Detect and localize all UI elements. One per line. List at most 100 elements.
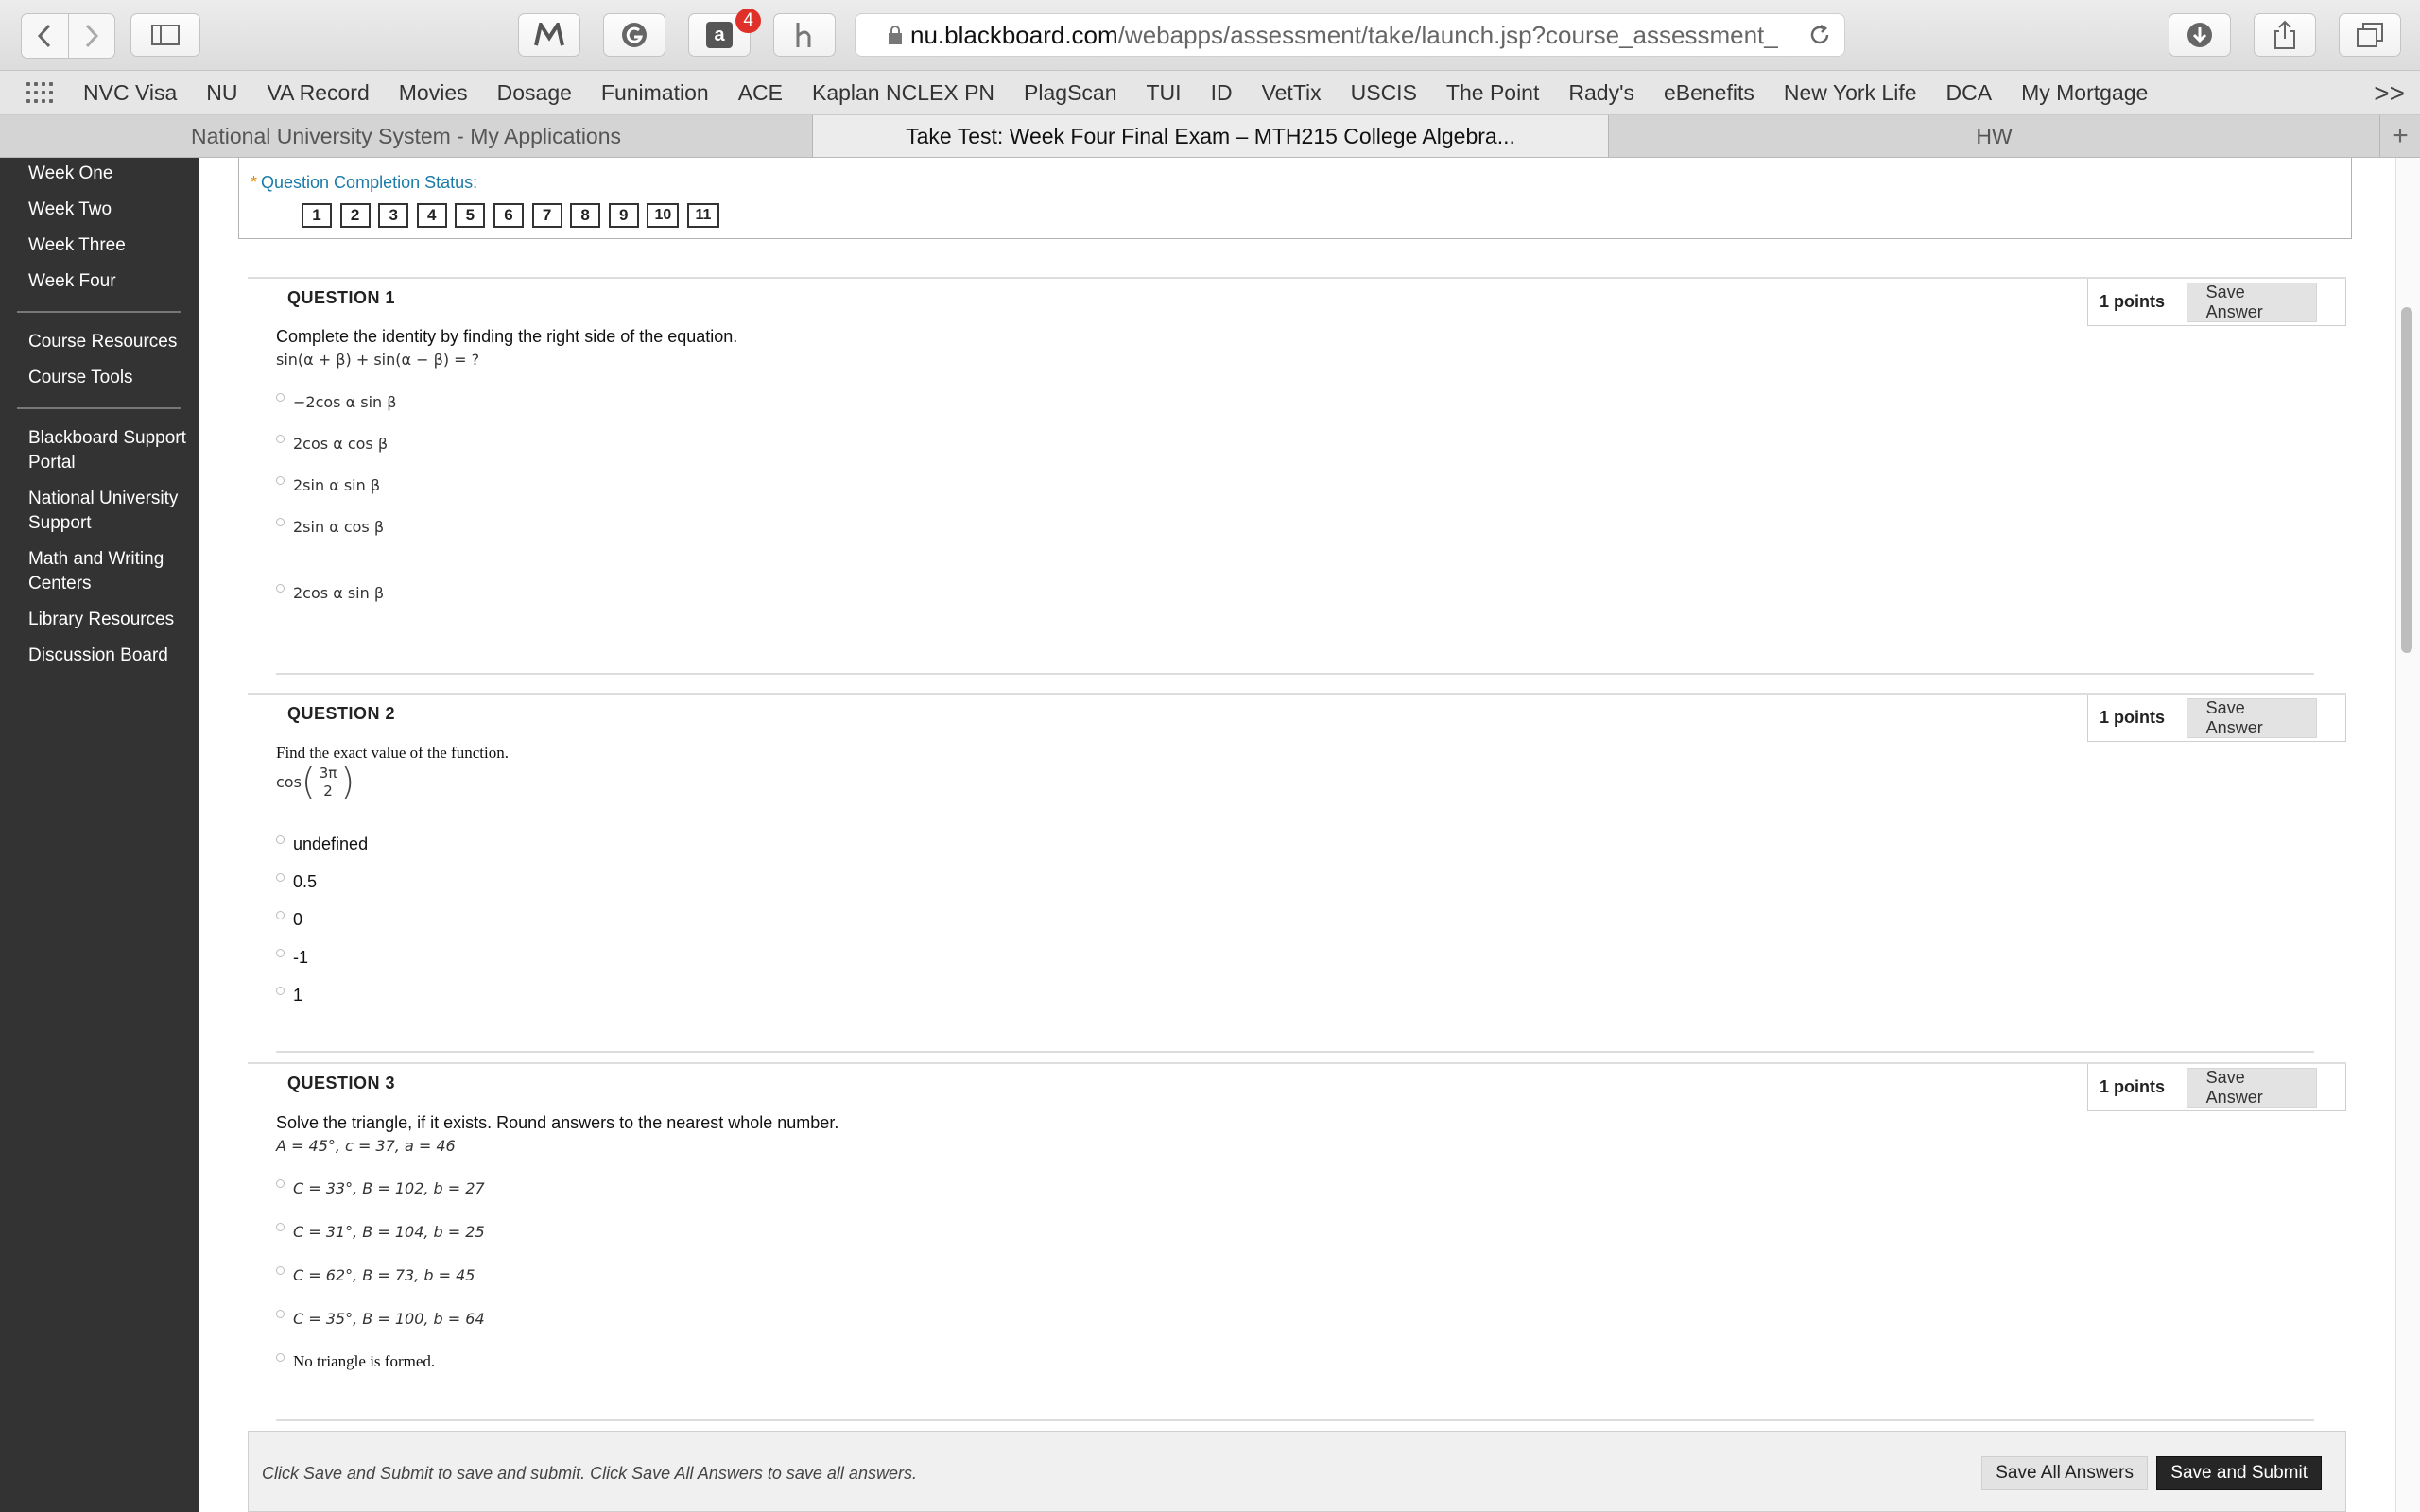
answer-option[interactable]: 0.5 — [276, 872, 317, 892]
option-label: 2sin α sin β — [293, 476, 381, 494]
sidebar-toggle-button[interactable] — [130, 13, 200, 57]
bookmark-link[interactable]: The Point — [1446, 80, 1539, 106]
extension-honey-button[interactable] — [773, 13, 836, 57]
sidebar-item-week-one[interactable]: Week One — [0, 162, 199, 186]
radio-button[interactable] — [276, 1179, 285, 1188]
radio-button[interactable] — [276, 1223, 285, 1231]
question-number-button[interactable]: 1 — [302, 203, 332, 228]
sidebar-item-discussion-board[interactable]: Discussion Board — [0, 644, 199, 668]
sidebar-item-math-writing-centers[interactable]: Math and Writing Centers — [0, 547, 199, 596]
question-number-button[interactable]: 10 — [647, 203, 680, 228]
answer-option[interactable]: C = 31°, B = 104, b = 25 — [276, 1223, 485, 1241]
radio-button[interactable] — [276, 1352, 285, 1362]
answer-option[interactable]: C = 35°, B = 100, b = 64 — [276, 1310, 485, 1328]
extension-m-button[interactable] — [518, 13, 580, 57]
forward-button[interactable] — [67, 14, 115, 58]
share-button[interactable] — [2254, 13, 2316, 57]
question-number-button[interactable]: 5 — [455, 203, 486, 228]
bookmark-link[interactable]: My Mortgage — [2021, 80, 2148, 106]
save-answer-button[interactable]: Save Answer — [2186, 697, 2317, 738]
radio-button[interactable] — [276, 518, 285, 526]
question-divider — [276, 1051, 2314, 1053]
bookmark-link[interactable]: eBenefits — [1664, 80, 1754, 106]
tab-take-test[interactable]: Take Test: Week Four Final Exam – MTH215… — [813, 115, 1609, 157]
answer-option[interactable]: C = 62°, B = 73, b = 45 — [276, 1266, 475, 1284]
tab-hw[interactable]: HW — [1609, 115, 2380, 157]
back-button[interactable] — [22, 14, 68, 58]
question-number-button[interactable]: 2 — [339, 203, 371, 228]
answer-option[interactable]: 2sin α cos β — [276, 518, 384, 536]
address-bar[interactable]: nu.blackboard.com/webapps/assessment/tak… — [855, 13, 1845, 57]
question-number-button[interactable]: 4 — [416, 203, 447, 228]
question-number-button[interactable]: 3 — [378, 203, 409, 228]
bookmark-link[interactable]: Dosage — [497, 80, 572, 106]
radio-button[interactable] — [276, 435, 285, 443]
extension-amazon-button[interactable]: a 4 — [688, 9, 761, 57]
submit-instructions: Click Save and Submit to save and submit… — [262, 1464, 917, 1483]
sidebar-item-library-resources[interactable]: Library Resources — [0, 608, 199, 632]
sidebar-item-blackboard-support[interactable]: Blackboard Support Portal — [0, 426, 199, 475]
bookmark-link[interactable]: Rady's — [1568, 80, 1634, 106]
answer-option[interactable]: 2cos α sin β — [276, 584, 384, 602]
question-number-button[interactable]: 6 — [493, 203, 524, 228]
sidebar-item-week-three[interactable]: Week Three — [0, 233, 199, 258]
bookmark-link[interactable]: Kaplan NCLEX PN — [812, 80, 994, 106]
radio-button[interactable] — [276, 476, 285, 485]
question-number-button[interactable]: 8 — [570, 203, 601, 228]
answer-option[interactable]: −2cos α sin β — [276, 393, 396, 411]
tab-bar: National University System - My Applicat… — [0, 115, 2420, 158]
bookmark-link[interactable]: PlagScan — [1024, 80, 1116, 106]
radio-button[interactable] — [276, 949, 285, 957]
bookmark-link[interactable]: VA Record — [268, 80, 370, 106]
bookmark-link[interactable]: New York Life — [1784, 80, 1917, 106]
bookmark-link[interactable]: TUI — [1147, 80, 1182, 106]
downloads-button[interactable] — [2169, 13, 2231, 57]
answer-option[interactable]: No triangle is formed. — [276, 1352, 435, 1371]
radio-button[interactable] — [276, 987, 285, 995]
new-tab-button[interactable]: + — [2380, 115, 2420, 157]
bookmark-link[interactable]: VetTix — [1262, 80, 1322, 106]
reload-icon[interactable] — [1808, 24, 1831, 46]
save-answer-button[interactable]: Save Answer — [2186, 1067, 2317, 1108]
question-number-button[interactable]: 9 — [608, 203, 639, 228]
radio-button[interactable] — [276, 873, 285, 882]
answer-option[interactable]: 0 — [276, 910, 302, 930]
question-number-button[interactable]: 7 — [531, 203, 562, 228]
sidebar-item-nu-support[interactable]: National University Support — [0, 487, 199, 536]
answer-option[interactable]: -1 — [276, 948, 308, 968]
question-expression: sin(α + β) + sin(α − β) = ? — [276, 351, 480, 369]
radio-button[interactable] — [276, 835, 285, 844]
bookmark-link[interactable]: NVC Visa — [83, 80, 177, 106]
radio-button[interactable] — [276, 911, 285, 919]
bookmark-link[interactable]: ID — [1211, 80, 1233, 106]
bookmark-link[interactable]: NU — [206, 80, 237, 106]
tab-my-applications[interactable]: National University System - My Applicat… — [0, 115, 813, 157]
answer-option[interactable]: C = 33°, B = 102, b = 27 — [276, 1179, 485, 1197]
scrollbar-thumb[interactable] — [2401, 307, 2412, 653]
extension-grammarly-button[interactable] — [603, 13, 666, 57]
bookmark-link[interactable]: DCA — [1946, 80, 1993, 106]
apps-grid-icon[interactable] — [26, 82, 55, 103]
radio-button[interactable] — [276, 393, 285, 402]
tabs-overview-button[interactable] — [2339, 13, 2401, 57]
save-answer-button[interactable]: Save Answer — [2186, 282, 2317, 322]
radio-button[interactable] — [276, 584, 285, 593]
sidebar-item-course-resources[interactable]: Course Resources — [0, 330, 199, 354]
question-number-button[interactable]: 11 — [686, 203, 719, 228]
sidebar-item-course-tools[interactable]: Course Tools — [0, 366, 199, 390]
bookmark-link[interactable]: Funimation — [601, 80, 709, 106]
save-and-submit-button[interactable]: Save and Submit — [2156, 1456, 2322, 1490]
answer-option[interactable]: 1 — [276, 986, 302, 1005]
bookmark-link[interactable]: Movies — [399, 80, 468, 106]
radio-button[interactable] — [276, 1310, 285, 1318]
answer-option[interactable]: 2cos α cos β — [276, 435, 388, 453]
radio-button[interactable] — [276, 1266, 285, 1275]
answer-option[interactable]: 2sin α sin β — [276, 476, 380, 494]
bookmark-link[interactable]: USCIS — [1351, 80, 1417, 106]
answer-option[interactable]: undefined — [276, 834, 368, 854]
save-all-answers-button[interactable]: Save All Answers — [1981, 1456, 2148, 1490]
more-bookmarks-button[interactable]: >> — [2374, 78, 2405, 109]
sidebar-item-week-two[interactable]: Week Two — [0, 198, 199, 222]
bookmark-link[interactable]: ACE — [738, 80, 783, 106]
sidebar-item-week-four[interactable]: Week Four — [0, 269, 199, 294]
